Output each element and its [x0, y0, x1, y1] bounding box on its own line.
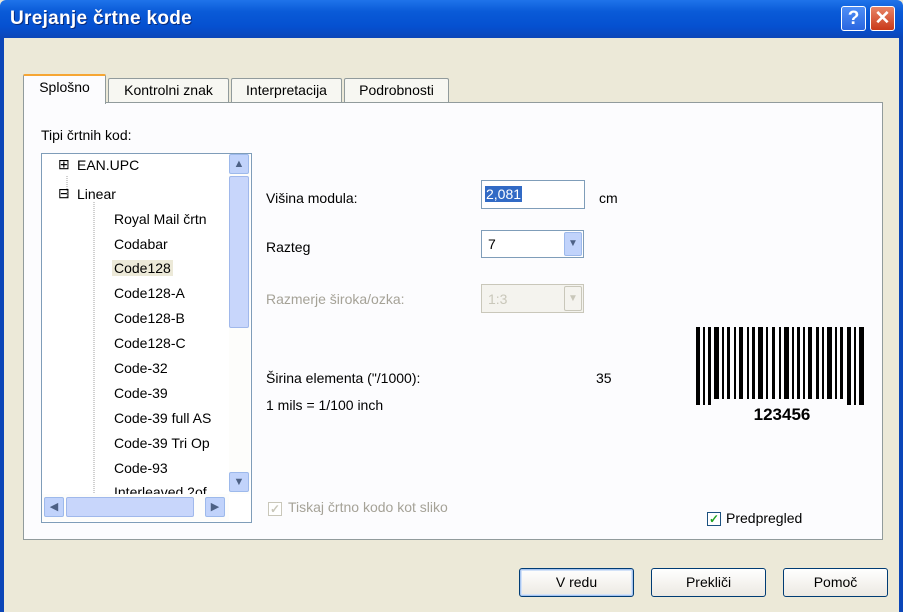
tab-interpretation[interactable]: Interpretacija — [231, 78, 342, 102]
ratio-select[interactable]: 1:3 ▼ — [481, 284, 584, 313]
tree-node-code128-a[interactable]: Code128-A — [114, 285, 185, 301]
cancel-button[interactable]: Prekliči — [651, 568, 766, 597]
scroll-down-icon[interactable]: ▼ — [229, 472, 249, 492]
ok-button[interactable]: V redu — [519, 568, 634, 597]
vertical-scroll-thumb[interactable] — [229, 176, 249, 328]
stretch-select[interactable]: 7 ▼ — [481, 230, 584, 258]
tree-node-code-39-full-ascii[interactable]: Code-39 full AS — [114, 410, 211, 426]
window-title: Urejanje črtne kode — [10, 8, 193, 29]
barcode-type-tree[interactable]: ⊞ EAN.UPC ⊟ Linear Royal Mail črtn Codab… — [41, 153, 252, 523]
tab-general[interactable]: Splošno — [23, 74, 106, 104]
scroll-right-icon[interactable]: ▶ — [205, 497, 225, 517]
preview-checkbox[interactable]: ✓ — [707, 512, 721, 526]
scroll-up-icon[interactable]: ▲ — [229, 154, 249, 174]
stretch-value: 7 — [488, 236, 496, 252]
tree-expander-minus-icon[interactable]: ⊟ — [58, 185, 70, 202]
print-as-image-checkbox[interactable]: ✓ — [268, 502, 282, 516]
element-width-value: 35 — [596, 370, 612, 386]
module-height-label: Višina modula: — [266, 190, 358, 206]
window-frame-right — [899, 38, 903, 612]
barcode-types-label: Tipi črtnih kod: — [41, 127, 132, 143]
close-title-button[interactable]: ✕ — [870, 6, 895, 31]
tree-node-code128-c[interactable]: Code128-C — [114, 335, 186, 351]
element-width-label: Širina elementa ("/1000): — [266, 370, 421, 386]
barcode-preview-text: 123456 — [753, 405, 811, 424]
tab-check-digit[interactable]: Kontrolni znak — [108, 78, 229, 102]
tree-node-code-39-tri-optic[interactable]: Code-39 Tri Op — [114, 435, 210, 451]
barcode-preview-image — [696, 327, 864, 405]
help-title-button[interactable]: ? — [841, 6, 866, 31]
module-height-input[interactable]: 2,081 — [481, 180, 585, 209]
tree-node-royal-mail[interactable]: Royal Mail črtn — [114, 211, 207, 227]
tree-node-ean-upc[interactable]: EAN.UPC — [77, 157, 139, 173]
mils-note: 1 mils = 1/100 inch — [266, 397, 384, 413]
title-bar[interactable]: Urejanje črtne kode ? ✕ — [0, 0, 903, 38]
ratio-label: Razmerje široka/ozka: — [266, 291, 405, 307]
tree-node-linear[interactable]: Linear — [77, 186, 116, 202]
tree-node-codabar[interactable]: Codabar — [114, 236, 168, 252]
horizontal-scroll-thumb[interactable] — [66, 497, 194, 517]
help-button[interactable]: Pomoč — [783, 568, 888, 597]
tree-node-code-39[interactable]: Code-39 — [114, 385, 168, 401]
ratio-value: 1:3 — [488, 291, 508, 307]
tree-expander-plus-icon[interactable]: ⊞ — [58, 156, 70, 173]
chevron-down-disabled-icon: ▼ — [564, 286, 582, 311]
stretch-label: Razteg — [266, 239, 311, 255]
scroll-left-icon[interactable]: ◀ — [44, 497, 64, 517]
print-as-image-label: Tiskaj črtno kodo kot sliko — [288, 499, 448, 515]
preview-label: Predpregled — [726, 510, 803, 526]
module-height-value: 2,081 — [485, 186, 523, 202]
tree-node-code128[interactable]: Code128 — [112, 260, 173, 276]
barcode-dialog: Urejanje črtne kode ? ✕ Splošno Kontroln… — [0, 0, 903, 612]
tab-details[interactable]: Podrobnosti — [344, 78, 449, 102]
tree-vertical-scrollbar[interactable]: ▲ ▼ — [229, 154, 250, 494]
tree-node-code-32[interactable]: Code-32 — [114, 360, 168, 376]
tree-horizontal-scrollbar[interactable]: ◀ ▶ — [42, 494, 229, 521]
chevron-down-icon[interactable]: ▼ — [564, 232, 582, 256]
window-frame-left — [0, 38, 4, 612]
tree-node-code128-b[interactable]: Code128-B — [114, 310, 185, 326]
module-height-unit: cm — [599, 190, 618, 206]
tree-node-code-93[interactable]: Code-93 — [114, 460, 168, 476]
question-icon: ? — [847, 8, 860, 29]
close-icon: ✕ — [874, 8, 891, 29]
